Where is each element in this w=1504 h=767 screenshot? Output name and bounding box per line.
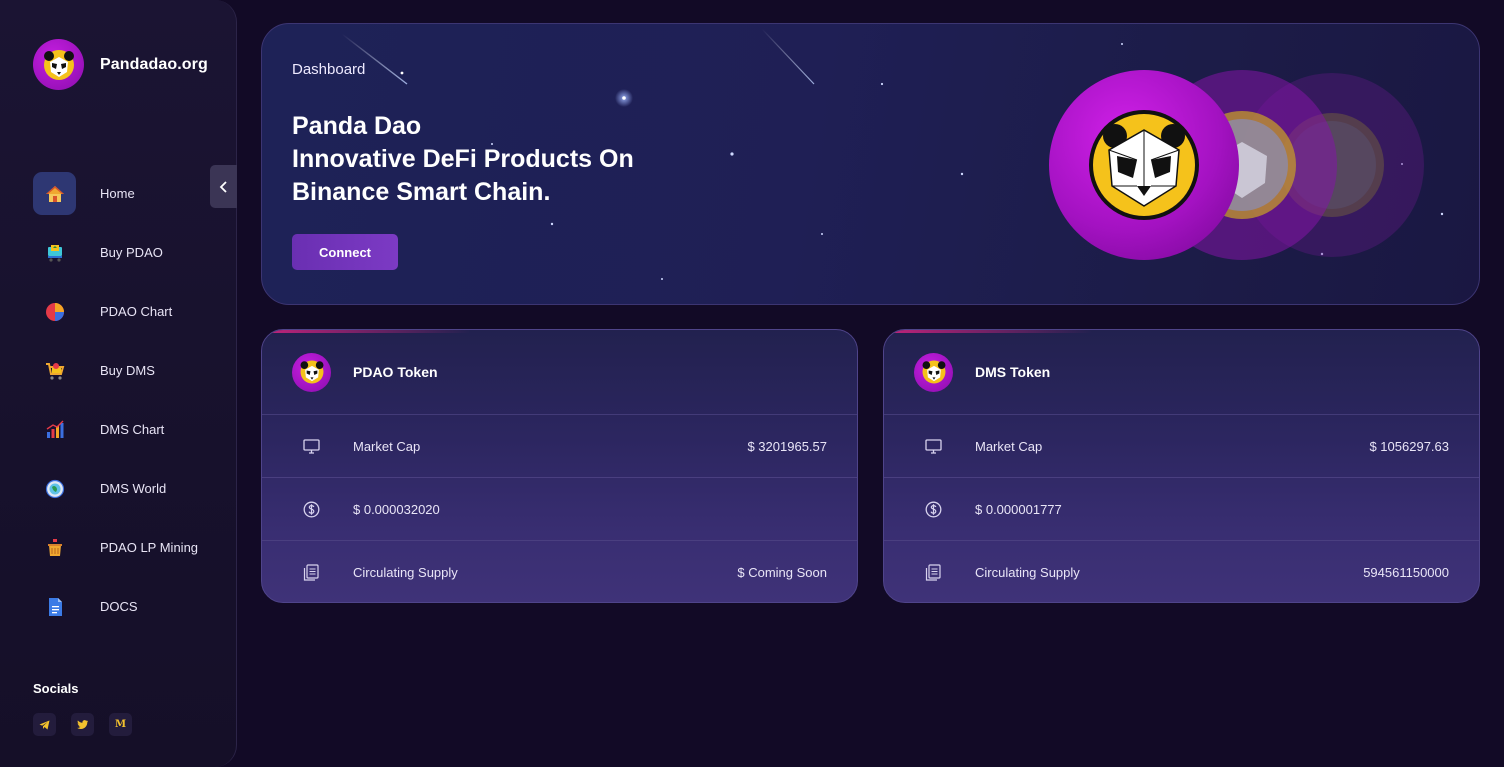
chevron-left-icon — [219, 180, 227, 193]
hero-headline-line: Innovative DeFi Products On — [292, 145, 634, 173]
dollar-icon — [924, 500, 942, 518]
globe-icon — [33, 467, 76, 510]
circulating-supply-row: Circulating Supply 594561150000 — [884, 541, 1479, 602]
home-icon — [33, 172, 76, 215]
sidebar-item-docs[interactable]: DOCS — [33, 577, 237, 636]
row-value: $ Coming Soon — [737, 565, 827, 580]
hero-headline: Panda Dao Innovative DeFi Products On Bi… — [292, 110, 812, 209]
market-cap-row: Market Cap $ 3201965.57 — [262, 415, 857, 478]
row-label: $ 0.000001777 — [975, 501, 1062, 517]
sidebar-item-buy-dms[interactable]: Buy DMS — [33, 341, 237, 400]
sidebar-collapse-button[interactable] — [210, 165, 237, 208]
card-title: PDAO Token — [353, 364, 438, 380]
sidebar-item-buy-pdao[interactable]: Buy PDAO — [33, 223, 237, 282]
row-label: $ 0.000032020 — [353, 501, 440, 517]
dms-token-card: DMS Token Market Cap $ 1056297.63 $ 0.00… — [883, 329, 1480, 603]
row-label: Market Cap — [353, 438, 421, 454]
socials-list: M — [33, 713, 132, 736]
row-value: 594561150000 — [1363, 565, 1449, 580]
panda-logo-icon — [914, 352, 953, 392]
document-stack-icon — [302, 564, 320, 582]
market-cap-row: Market Cap $ 1056297.63 — [884, 415, 1479, 478]
socials-title: Socials — [33, 681, 79, 696]
telegram-icon[interactable] — [33, 713, 56, 736]
basket-icon — [33, 526, 76, 569]
cart-icon — [33, 231, 76, 274]
sidebar-item-label: Buy PDAO — [100, 245, 163, 260]
hero-headline-line: Binance Smart Chain. — [292, 178, 551, 206]
twitter-icon[interactable] — [71, 713, 94, 736]
pie-chart-icon — [33, 290, 76, 333]
panda-logo-icon — [33, 39, 84, 90]
monitor-icon — [302, 437, 320, 455]
panda-coins-illustration — [1049, 70, 1424, 260]
sidebar-item-label: DMS Chart — [100, 422, 165, 437]
row-label: Market Cap — [975, 438, 1043, 454]
sidebar-item-label: PDAO Chart — [100, 304, 173, 319]
sidebar-item-pdao-chart[interactable]: PDAO Chart — [33, 282, 237, 341]
sidebar-item-label: DMS World — [100, 481, 167, 496]
card-title: DMS Token — [975, 364, 1051, 380]
document-stack-icon — [924, 564, 942, 582]
dollar-icon — [302, 500, 320, 518]
sidebar-item-pdao-lp-mining[interactable]: PDAO LP Mining — [33, 518, 237, 577]
row-value: $ 3201965.57 — [747, 438, 827, 454]
card-header: PDAO Token — [262, 330, 857, 415]
page-title: Dashboard — [292, 61, 366, 78]
sidebar-item-dms-chart[interactable]: DMS Chart — [33, 400, 237, 459]
sidebar-item-label: DOCS — [100, 599, 138, 614]
hero-headline-line: Panda Dao — [292, 112, 422, 140]
price-row: $ 0.000032020 — [262, 478, 857, 541]
hero-banner: Dashboard Panda Dao Innovative DeFi Prod… — [261, 23, 1480, 305]
price-row: $ 0.000001777 — [884, 478, 1479, 541]
sidebar-item-home[interactable]: Home — [33, 164, 237, 223]
sidebar: Pandadao.org Home Buy PDAO PDAO Chart Bu… — [0, 0, 237, 767]
sidebar-item-label: Home — [100, 186, 135, 201]
monitor-icon — [924, 437, 942, 455]
circulating-supply-row: Circulating Supply $ Coming Soon — [262, 541, 857, 602]
medium-icon[interactable]: M — [109, 713, 132, 736]
sidebar-nav: Home Buy PDAO PDAO Chart Buy DMS DMS Cha… — [33, 164, 237, 636]
row-value: $ 1056297.63 — [1369, 438, 1449, 454]
card-header: DMS Token — [884, 330, 1479, 415]
sidebar-item-label: PDAO LP Mining — [100, 540, 199, 555]
brand[interactable]: Pandadao.org — [33, 39, 208, 90]
shopping-cart-icon — [33, 349, 76, 392]
bar-chart-icon — [33, 408, 76, 451]
brand-name: Pandadao.org — [100, 55, 208, 73]
panda-logo-icon — [292, 352, 331, 392]
document-icon — [33, 585, 76, 628]
connect-button[interactable]: Connect — [292, 234, 398, 270]
pdao-token-card: PDAO Token Market Cap $ 3201965.57 $ 0.0… — [261, 329, 858, 603]
row-label: Circulating Supply — [975, 565, 1080, 580]
sidebar-item-dms-world[interactable]: DMS World — [33, 459, 237, 518]
sidebar-item-label: Buy DMS — [100, 363, 155, 378]
row-label: Circulating Supply — [353, 565, 458, 580]
